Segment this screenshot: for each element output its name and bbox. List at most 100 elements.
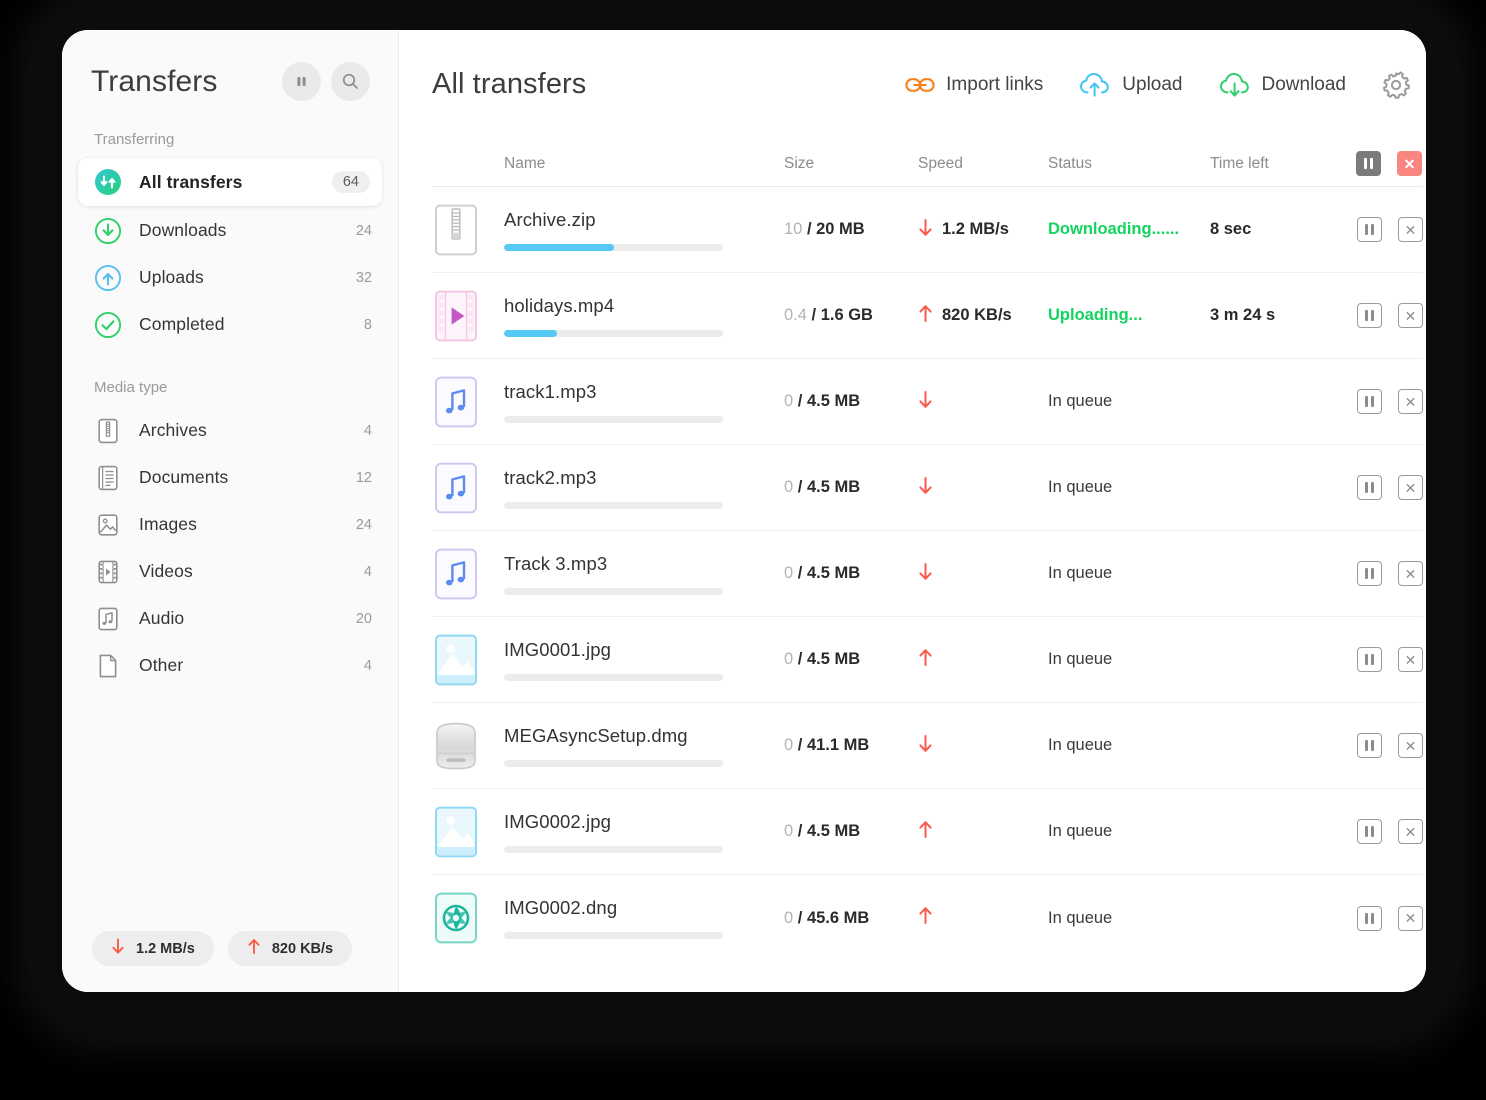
cell-actions: ✕ (1342, 819, 1423, 844)
cell-speed (918, 820, 1048, 844)
pause-transfer-button[interactable] (1357, 905, 1382, 931)
cancel-transfer-button[interactable]: ✕ (1398, 733, 1423, 758)
pause-all-header-button[interactable] (1356, 151, 1381, 176)
cell-name: IMG0002.jpg (432, 806, 784, 858)
cell-actions: ✕ (1342, 303, 1423, 328)
table-row[interactable]: track2.mp3 0 / 4.5 MB In queue ✕ (432, 445, 1423, 531)
sidebar-item-label: Documents (139, 467, 229, 487)
cancel-transfer-button[interactable]: ✕ (1398, 561, 1423, 586)
pause-transfer-button[interactable] (1357, 217, 1382, 242)
close-icon: ✕ (1404, 737, 1417, 754)
table-row[interactable]: track1.mp3 0 / 4.5 MB In queue ✕ (432, 359, 1423, 445)
sidebar-item-images[interactable]: Images 24 (62, 502, 398, 547)
main-header: All transfers Import links Upload Downlo… (399, 30, 1426, 101)
cell-status: In queue (1048, 478, 1210, 497)
sidebar-item-videos[interactable]: Videos 4 (62, 549, 398, 594)
sidebar-item-count: 4 (363, 657, 372, 674)
pause-transfer-button[interactable] (1357, 647, 1382, 672)
arrow-down-icon (918, 390, 933, 414)
link-icon (905, 74, 935, 96)
size-current: 0 (784, 650, 794, 668)
size-current: 0.4 (784, 306, 807, 324)
file-name-block: MEGAsyncSetup.dmg (504, 725, 784, 767)
import-links-label: Import links (946, 73, 1044, 95)
pause-transfer-button[interactable] (1357, 389, 1382, 414)
image-file-icon (432, 806, 480, 858)
cell-speed: 1.2 MB/s (918, 218, 1048, 242)
sidebar-item-audio[interactable]: Audio 20 (62, 596, 398, 641)
arrow-up-icon (247, 938, 261, 959)
cell-time-left: 8 sec (1210, 220, 1342, 239)
archive-file-icon (432, 204, 480, 256)
import-links-button[interactable]: Import links (905, 74, 1043, 96)
upload-button[interactable]: Upload (1079, 72, 1183, 98)
cancel-transfer-button[interactable]: ✕ (1398, 905, 1423, 931)
cancel-transfer-button[interactable]: ✕ (1398, 389, 1423, 414)
pause-transfer-button[interactable] (1357, 475, 1382, 500)
search-icon (341, 72, 360, 91)
size-total: / 4.5 MB (797, 392, 861, 410)
sidebar-item-completed[interactable]: Completed 8 (62, 302, 398, 347)
table-body: Archive.zip 10 / 20 MB 1.2 MB/s Download… (432, 187, 1423, 961)
sidebar-item-downloads[interactable]: Downloads 24 (62, 208, 398, 253)
pause-transfer-button[interactable] (1357, 561, 1382, 586)
cancel-all-header-button[interactable]: ✕ (1397, 151, 1422, 176)
progress-bar (504, 845, 723, 853)
close-icon: ✕ (1404, 565, 1417, 582)
settings-button[interactable] (1380, 69, 1412, 101)
sidebar-item-uploads[interactable]: Uploads 32 (62, 255, 398, 300)
cell-name: IMG0002.dng (432, 892, 784, 944)
file-name-block: Archive.zip (504, 209, 784, 251)
sidebar-item-archives[interactable]: Archives 4 (62, 408, 398, 453)
upload-speed-pill: 820 KB/s (227, 931, 353, 966)
pause-transfer-button[interactable] (1357, 819, 1382, 844)
cancel-transfer-button[interactable]: ✕ (1398, 647, 1423, 672)
file-name: track1.mp3 (504, 380, 597, 402)
table-row[interactable]: IMG0002.jpg 0 / 4.5 MB In queue ✕ (432, 789, 1423, 875)
pause-transfer-button[interactable] (1357, 733, 1382, 758)
sidebar-item-documents[interactable]: Documents 12 (62, 455, 398, 500)
file-name: track2.mp3 (504, 466, 597, 488)
progress-bar (504, 243, 723, 251)
cell-name: Archive.zip (432, 204, 784, 256)
pause-transfer-button[interactable] (1357, 303, 1382, 328)
cell-speed (918, 648, 1048, 672)
sidebar-item-all-transfers[interactable]: All transfers 64 (78, 158, 382, 206)
cell-size: 0 / 45.6 MB (784, 909, 918, 928)
search-button[interactable] (331, 62, 370, 101)
progress-bar (504, 329, 723, 337)
sidebar-item-count: 4 (363, 563, 372, 580)
sidebar-item-count: 20 (355, 610, 372, 627)
pause-icon (1365, 654, 1374, 665)
sidebar-section-transferring-label: Transferring (94, 131, 175, 148)
cell-actions: ✕ (1342, 475, 1423, 500)
arrow-up-icon (918, 648, 933, 672)
table-row[interactable]: Archive.zip 10 / 20 MB 1.2 MB/s Download… (432, 187, 1423, 273)
cloud-upload-icon (1079, 72, 1111, 98)
sidebar-item-other[interactable]: Other 4 (62, 643, 398, 688)
table-row[interactable]: MEGAsyncSetup.dmg 0 / 41.1 MB In queue ✕ (432, 703, 1423, 789)
download-button[interactable]: Download (1219, 72, 1346, 98)
sidebar-item-label: Uploads (139, 267, 204, 287)
cell-speed (918, 476, 1048, 500)
progress-bar (504, 501, 723, 509)
cell-speed: 820 KB/s (918, 304, 1048, 328)
table-row[interactable]: holidays.mp4 0.4 / 1.6 GB 820 KB/s Uploa… (432, 273, 1423, 359)
close-icon: ✕ (1404, 910, 1417, 926)
cancel-transfer-button[interactable]: ✕ (1398, 303, 1423, 328)
table-row[interactable]: IMG0002.dng 0 / 45.6 MB In queue ✕ (432, 875, 1423, 961)
pause-icon (1364, 158, 1373, 169)
pause-all-button[interactable] (282, 62, 321, 101)
status-text: In queue (1048, 822, 1113, 840)
table-row[interactable]: Track 3.mp3 0 / 4.5 MB In queue ✕ (432, 531, 1423, 617)
arrow-down-icon (111, 938, 125, 959)
cancel-transfer-button[interactable]: ✕ (1398, 819, 1423, 844)
sidebar-item-label: Audio (139, 608, 185, 628)
table-row[interactable]: IMG0001.jpg 0 / 4.5 MB In queue ✕ (432, 617, 1423, 703)
column-header-speed: Speed (918, 154, 963, 172)
pause-icon (1365, 740, 1374, 751)
cancel-transfer-button[interactable]: ✕ (1398, 217, 1423, 242)
transfers-table: Name Size Speed Status Time left ✕ Archi… (432, 141, 1423, 961)
cancel-transfer-button[interactable]: ✕ (1398, 475, 1423, 500)
sidebar-item-count: 64 (331, 171, 370, 193)
